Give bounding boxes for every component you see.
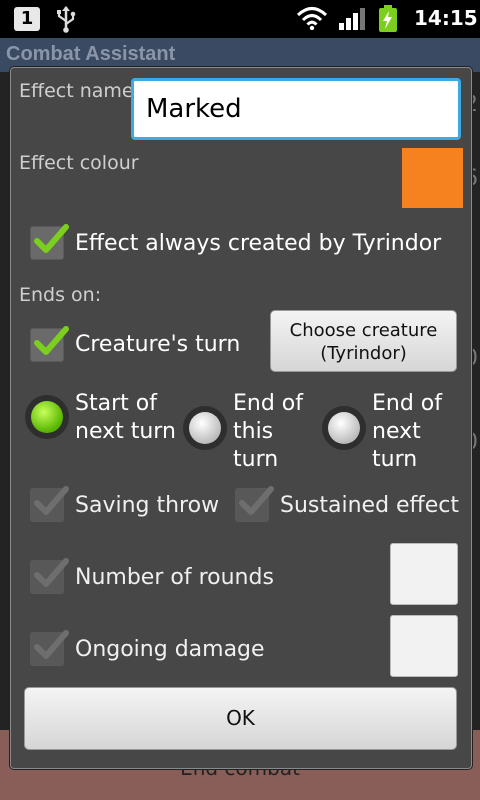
background-title: Combat Assistant	[6, 43, 176, 65]
radio-end-of-this-turn[interactable]	[183, 406, 227, 450]
ongoing-damage-label: Ongoing damage	[75, 637, 265, 662]
radio-start-of-next-turn-label: Start of next turn	[75, 391, 176, 444]
notification-icon[interactable]: 1	[14, 7, 40, 31]
checkmark-icon	[34, 630, 69, 659]
creatures-turn-label: Creature's turn	[75, 332, 241, 357]
effect-colour-swatch[interactable]	[402, 148, 463, 208]
checkmark-icon	[34, 486, 69, 515]
radio-end-of-next-turn-label: End of next turn	[372, 391, 443, 472]
radio-end-of-this-turn-label: End of this turn	[233, 391, 304, 472]
checkmark-icon	[34, 558, 69, 587]
checkmark-icon	[34, 224, 69, 253]
effect-name-label: Effect name	[19, 80, 134, 102]
number-of-rounds-input[interactable]	[390, 543, 458, 605]
always-created-label: Effect always created by Tyrindor	[75, 231, 442, 256]
sustained-effect-label: Sustained effect	[280, 493, 459, 518]
ends-on-label: Ends on:	[19, 284, 102, 306]
signal-icon	[338, 7, 366, 35]
checkmark-icon	[239, 486, 274, 515]
checkmark-icon	[34, 326, 69, 355]
ok-button[interactable]: OK	[24, 687, 457, 750]
effect-name-input[interactable]: Marked	[131, 78, 461, 140]
ongoing-damage-checkbox[interactable]	[30, 630, 69, 666]
radio-start-of-next-turn[interactable]	[25, 395, 69, 439]
effect-colour-label: Effect colour	[19, 152, 139, 174]
creatures-turn-checkbox[interactable]	[30, 326, 69, 362]
choose-creature-button[interactable]: Choose creature (Tyrindor)	[270, 310, 457, 372]
number-of-rounds-checkbox[interactable]	[30, 558, 69, 594]
saving-throw-checkbox[interactable]	[30, 486, 69, 522]
number-of-rounds-label: Number of rounds	[75, 565, 274, 590]
always-created-checkbox[interactable]	[30, 224, 69, 260]
wifi-icon	[296, 6, 328, 34]
status-bar: 1 14:15	[0, 0, 480, 38]
usb-icon	[54, 5, 78, 37]
radio-end-of-next-turn[interactable]	[322, 406, 366, 450]
ongoing-damage-input[interactable]	[390, 615, 458, 677]
clock: 14:15	[414, 6, 478, 30]
saving-throw-label: Saving throw	[75, 493, 220, 518]
effect-dialog: Effect name Marked Effect colour Effect …	[10, 67, 472, 769]
battery-charging-icon	[378, 5, 398, 37]
sustained-effect-checkbox[interactable]	[235, 486, 274, 522]
